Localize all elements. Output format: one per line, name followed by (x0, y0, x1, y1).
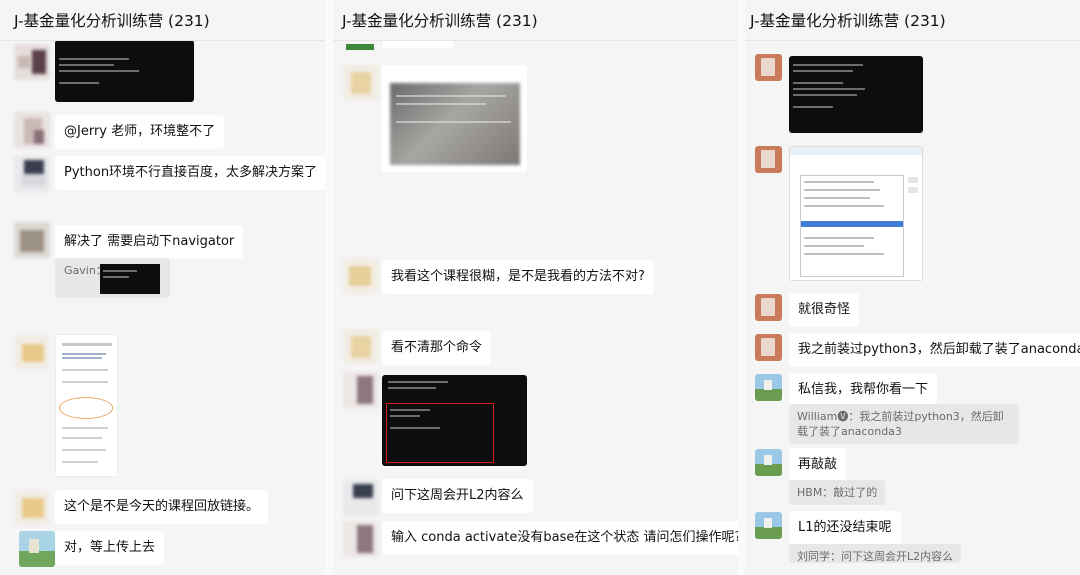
phone-screenshot-image[interactable] (55, 334, 118, 477)
avatar[interactable] (755, 54, 782, 81)
avatar[interactable] (14, 334, 50, 370)
message-bubble: 看不清那个命令 (382, 331, 492, 365)
chat-panel-3: J-基金量化分析训练营 (231) 就很奇怪 我之前装过python3，然后卸载… (745, 0, 1080, 575)
avatar[interactable] (14, 490, 50, 526)
avatar[interactable] (343, 258, 379, 294)
message-bubble: 再敲敲 (789, 448, 847, 482)
cropped-bubble (383, 40, 453, 48)
message-bubble: L1的还没结束呢 (789, 511, 901, 545)
message-bubble: 解决了 需要启动下navigator (55, 225, 244, 259)
chat-panel-1: J-基金量化分析训练营 (231) @Jerry 老师，环境整不了 Python… (0, 0, 325, 575)
terminal-screenshot-image[interactable] (55, 40, 194, 102)
avatar[interactable] (14, 112, 50, 148)
avatar[interactable] (343, 480, 379, 516)
chat-title: J-基金量化分析训练营 (231) (14, 12, 210, 30)
message-bubble: 私信我，我帮你看一下 (789, 373, 938, 407)
message-bubble: 对，等上传上去 (55, 531, 165, 565)
chat-header: J-基金量化分析训练营 (231) (0, 0, 325, 41)
message-bubble: 我之前装过python3，然后卸载了装了anaconda3 (789, 333, 1080, 367)
avatar[interactable] (755, 294, 782, 321)
message-bubble: Python环境不行直接百度，太多解决方案了 (55, 156, 325, 190)
chat-header: J-基金量化分析训练营 (231) (333, 0, 738, 41)
quoted-message[interactable]: 刘同学：问下这周会开L2内容么 (789, 544, 962, 563)
avatar[interactable] (14, 222, 50, 258)
message-bubble: 这个是不是今天的课程回放链接。 (55, 490, 269, 524)
blurry-video-screenshot-image[interactable] (382, 65, 527, 172)
message-bubble: 问下这周会开L2内容么 (382, 479, 533, 513)
message-bubble: @Jerry 老师，环境整不了 (55, 115, 225, 149)
avatar[interactable] (755, 512, 782, 539)
quoted-message[interactable]: HBM：敲过了的 (789, 480, 886, 505)
avatar[interactable] (755, 334, 782, 361)
avatar[interactable] (19, 531, 55, 567)
avatar[interactable] (755, 374, 782, 401)
avatar[interactable] (14, 156, 50, 192)
env-variable-dialog-image[interactable] (789, 146, 923, 281)
chat-panel-2: J-基金量化分析训练营 (231) 我看这个课程很糊，是不是我看的方法不对? 看… (333, 0, 738, 575)
message-bubble: 输入 conda activate没有base在这个状态 请问怎们操作呢? (382, 521, 738, 555)
avatar[interactable] (343, 64, 379, 100)
chat-title: J-基金量化分析训练营 (231) (342, 12, 538, 30)
avatar[interactable] (755, 146, 782, 173)
avatar[interactable] (343, 521, 379, 557)
quoted-message[interactable]: William🅥：我之前装过python3，然后卸载了装了anaconda3 (789, 404, 1019, 444)
terminal-screenshot-image[interactable] (382, 375, 527, 466)
chat-title: J-基金量化分析训练营 (231) (750, 12, 946, 30)
avatar[interactable] (14, 44, 50, 80)
avatar[interactable] (343, 328, 379, 364)
message-bubble: 就很奇怪 (789, 293, 860, 327)
cropped-image (346, 44, 374, 50)
quoted-message[interactable]: Gavin： (55, 258, 170, 298)
chat-header: J-基金量化分析训练营 (231) (745, 0, 1080, 41)
quoted-image[interactable] (100, 264, 160, 294)
terminal-screenshot-image[interactable] (789, 56, 923, 133)
avatar[interactable] (755, 449, 782, 476)
avatar[interactable] (343, 372, 379, 408)
message-bubble: 我看这个课程很糊，是不是我看的方法不对? (382, 260, 654, 294)
